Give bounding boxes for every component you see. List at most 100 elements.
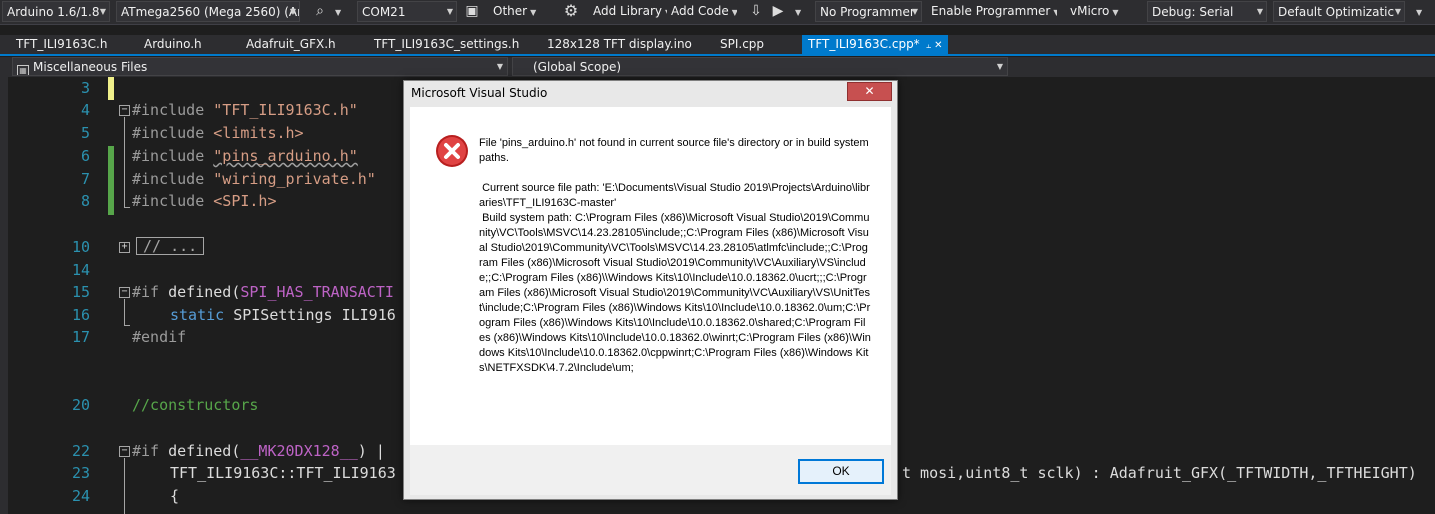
tab-adafruit-gfx-h[interactable]: Adafruit_GFX.h bbox=[240, 35, 336, 54]
other-menu[interactable]: Other ▼ bbox=[491, 1, 551, 22]
chevron-down-icon: ▼ bbox=[289, 7, 296, 16]
board-select[interactable]: Arduino 1.6/1.8 ▼ bbox=[2, 1, 110, 22]
code-text: SPISettings ILI916 bbox=[233, 306, 396, 324]
line-number: 8 bbox=[80, 192, 90, 210]
chevron-down-icon: ▼ bbox=[1112, 8, 1119, 17]
tab-label: TFT_ILI9163C.cpp* bbox=[808, 37, 920, 51]
run-dropdown[interactable]: ▼ bbox=[790, 1, 806, 22]
collapsed-region[interactable]: // ... bbox=[136, 237, 205, 255]
main-toolbar: Arduino 1.6/1.8 ▼ ATmega2560 (Mega 2560) … bbox=[0, 0, 1435, 25]
line-number: 14 bbox=[71, 261, 90, 279]
close-icon[interactable]: ✕ bbox=[934, 40, 942, 51]
vmicro-menu[interactable]: vMicro ▼ bbox=[1068, 1, 1132, 22]
chevron-down-icon: ▼ bbox=[731, 8, 737, 17]
ok-button[interactable]: OK bbox=[798, 459, 884, 484]
collapse-icon[interactable]: − bbox=[119, 287, 130, 298]
preprocessor-keyword: #include bbox=[132, 124, 214, 142]
toolbar-overflow[interactable]: ▼ bbox=[1411, 1, 1427, 22]
upload-icon[interactable]: ⇩ bbox=[746, 1, 766, 22]
line-number: 7 bbox=[80, 170, 90, 188]
collapse-icon[interactable]: − bbox=[119, 446, 130, 457]
dialog-titlebar[interactable]: Microsoft Visual Studio ✕ bbox=[404, 81, 897, 105]
code-line-6: #include "pins_arduino.h" bbox=[132, 147, 358, 165]
code-text: TFT_ILI9163C::TFT_ILI9163 bbox=[170, 464, 396, 482]
scope-select[interactable]: (Global Scope) ▼ bbox=[512, 57, 1008, 76]
play-icon[interactable]: ▶ bbox=[768, 1, 788, 22]
code-line-8: #include <SPI.h> bbox=[132, 192, 277, 210]
project-select-value: Miscellaneous Files bbox=[33, 60, 148, 74]
chevron-down-icon: ▼ bbox=[1394, 7, 1401, 16]
code-line-23-tail: t mosi,uint8_t sclk) : Adafruit_GFX(_TFT… bbox=[902, 464, 1417, 482]
code-line-7: #include "wiring_private.h" bbox=[132, 170, 376, 188]
tab-arduino-h[interactable]: Arduino.h bbox=[138, 35, 202, 54]
pin-icon[interactable]: ⫠ bbox=[926, 41, 931, 51]
tab-display-ino[interactable]: 128x128 TFT display.ino bbox=[541, 35, 692, 54]
tab-label: TFT_ILI9163C.h bbox=[16, 37, 108, 51]
preprocessor-keyword: #include bbox=[132, 147, 214, 165]
line-number: 6 bbox=[80, 147, 90, 165]
add-library-menu[interactable]: Add Library▼ bbox=[591, 1, 667, 22]
tab-tft-ili9163c-cpp[interactable]: TFT_ILI9163C.cpp* ⫠ ✕ bbox=[802, 35, 948, 54]
keyword: static bbox=[170, 306, 234, 324]
tab-label: TFT_ILI9163C_settings.h bbox=[374, 37, 520, 51]
line-number: 23 bbox=[71, 464, 90, 482]
preprocessor-keyword: #endif bbox=[132, 328, 187, 346]
line-number: 5 bbox=[80, 124, 90, 142]
tab-spi-cpp[interactable]: SPI.cpp bbox=[714, 35, 764, 54]
chevron-down-icon: ▼ bbox=[335, 8, 342, 17]
search-dropdown[interactable]: ▼ bbox=[330, 1, 346, 22]
string-literal: <limits.h> bbox=[213, 124, 304, 142]
line-number: 15 bbox=[71, 283, 90, 301]
add-code-label: Add Code bbox=[671, 4, 729, 18]
scope-select-value: (Global Scope) bbox=[533, 60, 622, 74]
code-line-24: { bbox=[170, 487, 180, 505]
preprocessor-keyword: #include bbox=[132, 101, 214, 119]
debug-select[interactable]: Debug: Serial ▼ bbox=[1147, 1, 1267, 22]
enable-programmer-label: Enable Programmer bbox=[931, 4, 1051, 18]
serial-monitor-icon[interactable]: ▣ bbox=[462, 1, 482, 22]
preprocessor-keyword: #include bbox=[132, 192, 214, 210]
chevron-down-icon: ▼ bbox=[665, 8, 667, 17]
port-select[interactable]: COM21 ▼ bbox=[357, 1, 457, 22]
code-line-23: TFT_ILI9163C::TFT_ILI9163 bbox=[170, 464, 396, 482]
fold-guide-end bbox=[124, 207, 130, 208]
close-button[interactable]: ✕ bbox=[847, 82, 892, 101]
chevron-down-icon: ▼ bbox=[99, 7, 106, 16]
optimization-select-value: Default Optimizatic bbox=[1278, 5, 1395, 19]
collapse-icon[interactable]: − bbox=[119, 105, 130, 116]
chevron-down-icon: ▼ bbox=[996, 62, 1003, 71]
line-number: 24 bbox=[71, 487, 90, 505]
enable-programmer-menu[interactable]: Enable Programmer ▼ bbox=[929, 1, 1057, 22]
dialog-title: Microsoft Visual Studio bbox=[411, 86, 548, 100]
add-library-label: Add Library bbox=[593, 4, 663, 18]
programmer-select-value: No Programmer bbox=[820, 5, 915, 19]
chevron-down-icon: ▼ bbox=[795, 8, 802, 17]
chevron-down-icon: ▼ bbox=[496, 62, 503, 71]
code-line-20: //constructors bbox=[132, 396, 258, 414]
dialog-message: File 'pins_arduino.h' not found in curre… bbox=[479, 137, 871, 374]
tab-label: SPI.cpp bbox=[720, 37, 765, 51]
string-literal: "TFT_ILI9163C.h" bbox=[213, 101, 358, 119]
tab-label: Adafruit_GFX.h bbox=[246, 37, 336, 51]
string-literal: <SPI.h> bbox=[213, 192, 277, 210]
change-marker-unsaved bbox=[108, 77, 114, 100]
code-text: defined( bbox=[168, 442, 241, 460]
project-select[interactable]: ▦ Miscellaneous Files ▼ bbox=[12, 57, 508, 76]
add-code-menu[interactable]: Add Code ▼ bbox=[669, 1, 737, 22]
other-menu-label: Other bbox=[493, 4, 528, 18]
debug-select-value: Debug: Serial bbox=[1152, 5, 1234, 19]
mcu-select[interactable]: ATmega2560 (Mega 2560) (Arc ▼ bbox=[116, 1, 300, 22]
navigation-bar: ▦ Miscellaneous Files ▼ (Global Scope) ▼ bbox=[0, 57, 1435, 77]
line-number: 20 bbox=[71, 396, 90, 414]
gear-icon[interactable]: ⚙ bbox=[561, 1, 581, 22]
chevron-down-icon: ▼ bbox=[1256, 7, 1263, 16]
optimization-select[interactable]: Default Optimizatic ▼ bbox=[1273, 1, 1405, 22]
expand-icon[interactable]: + bbox=[119, 242, 130, 253]
search-icon[interactable]: ⌕ bbox=[310, 1, 330, 22]
programmer-select[interactable]: No Programmer ▼ bbox=[815, 1, 922, 22]
tab-label: Arduino.h bbox=[144, 37, 202, 51]
fold-guide bbox=[124, 458, 125, 514]
tab-settings-h[interactable]: TFT_ILI9163C_settings.h bbox=[368, 35, 519, 54]
fold-guide bbox=[124, 299, 125, 325]
tab-tft-ili9163c-h[interactable]: TFT_ILI9163C.h bbox=[10, 35, 107, 54]
